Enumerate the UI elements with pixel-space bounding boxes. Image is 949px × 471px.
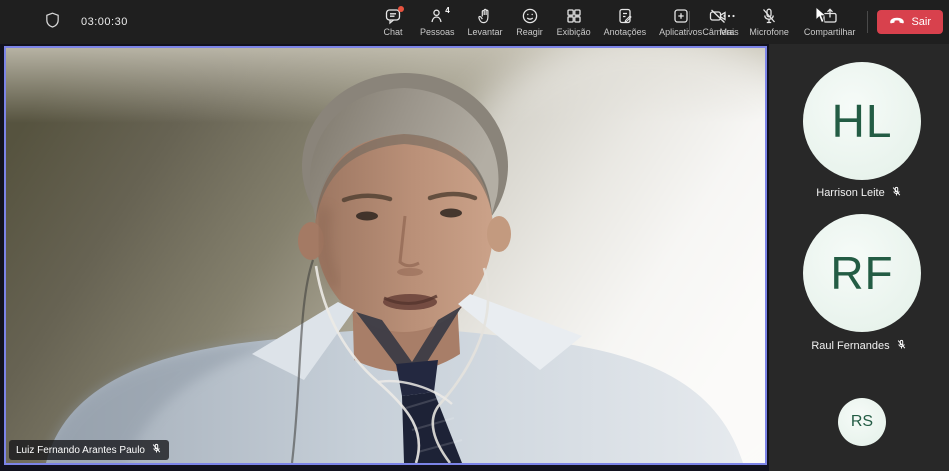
participant-avatar-rf[interactable]: RF [803, 214, 921, 332]
toolbar-divider [689, 11, 690, 33]
participant-name: Raul Fernandes [811, 340, 889, 352]
chat-notification-dot [398, 6, 404, 12]
annotations-button[interactable]: Anotações [601, 0, 650, 44]
raise-hand-button[interactable]: Levantar [465, 0, 506, 44]
leave-label: Sair [911, 16, 931, 28]
leave-button[interactable]: Sair [877, 10, 943, 34]
people-label: Pessoas [420, 28, 455, 38]
apps-icon [672, 7, 690, 25]
main-video-tile[interactable]: Luiz Fernando Arantes Paulo [4, 46, 767, 465]
camera-button[interactable]: Câmera [699, 7, 737, 38]
microphone-label: Microfone [749, 28, 789, 38]
view-grid-icon [565, 7, 583, 25]
meeting-toolbar: 03:00:30 Chat [0, 0, 949, 44]
share-label: Compartilhar [804, 28, 856, 38]
participant-row-harrison: Harrison Leite [769, 186, 949, 200]
notes-icon [616, 7, 634, 25]
chat-button[interactable]: Chat [376, 0, 410, 44]
avatar-initials: HL [832, 94, 893, 148]
mic-off-icon [760, 7, 778, 25]
view-label: Exibição [557, 28, 591, 38]
mic-muted-icon [896, 339, 907, 353]
participant-row-raul: Raul Fernandes [769, 339, 949, 353]
react-smiley-icon [521, 7, 539, 25]
avatar-initials: RF [830, 246, 893, 300]
avatar-initials: RS [851, 413, 873, 431]
raise-hand-label: Levantar [468, 28, 503, 38]
hangup-icon [889, 15, 905, 30]
react-button[interactable]: Reagir [513, 0, 547, 44]
people-button[interactable]: 4 Pessoas [417, 0, 458, 44]
teams-meeting-window: 03:00:30 Chat [0, 0, 949, 471]
toolbar-right-group: Câmera Microfone [689, 0, 943, 44]
participant-avatar-rs[interactable]: RS [838, 398, 886, 446]
microphone-button[interactable]: Microfone [746, 7, 792, 38]
raise-hand-icon [476, 7, 494, 25]
camera-label: Câmera [702, 28, 734, 38]
view-button[interactable]: Exibição [554, 0, 594, 44]
annotations-label: Anotações [604, 28, 647, 38]
mic-muted-icon [891, 186, 902, 200]
participant-name: Harrison Leite [816, 187, 884, 199]
camera-off-icon [708, 7, 728, 25]
share-icon [821, 7, 839, 25]
share-button[interactable]: Compartilhar [801, 7, 859, 38]
shield-icon [44, 11, 61, 34]
chat-label: Chat [383, 28, 402, 38]
people-count-badge: 4 [445, 6, 449, 15]
mic-muted-icon [151, 443, 162, 457]
speaker-name: Luiz Fernando Arantes Paulo [16, 445, 145, 456]
speaker-name-label: Luiz Fernando Arantes Paulo [9, 440, 169, 460]
meeting-info: 03:00:30 [0, 0, 128, 44]
react-label: Reagir [516, 28, 543, 38]
meeting-timer: 03:00:30 [81, 16, 128, 28]
participant-avatar-hl[interactable]: HL [803, 62, 921, 180]
participants-panel: HL Harrison Leite RF Raul Fernandes [769, 44, 949, 471]
webcam-video-frame [6, 48, 765, 463]
people-icon [428, 7, 446, 25]
toolbar-divider [867, 11, 868, 33]
